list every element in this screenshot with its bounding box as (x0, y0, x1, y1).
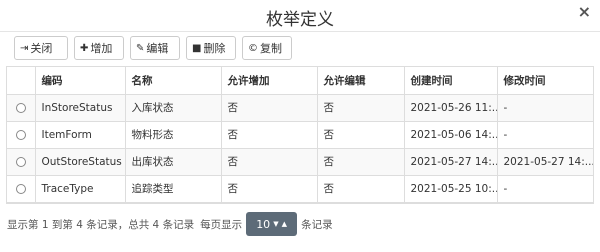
cell-name: 追踪类型 (125, 175, 222, 203)
cell-allow-add: 否 (221, 94, 318, 122)
row-radio[interactable] (15, 102, 26, 113)
cell-allow-edit: 否 (317, 121, 405, 149)
close-button-label: 关闭 (30, 42, 53, 55)
toolbar: ⇥ 关闭 ✚ 增加 ✎ 编辑 ■ 删除 © 复制 (14, 36, 292, 60)
edit-button[interactable]: ✎ 编辑 (130, 36, 180, 60)
add-button[interactable]: ✚ 增加 (74, 36, 124, 60)
cell-allow-add: 否 (221, 175, 318, 203)
delete-button[interactable]: ■ 删除 (186, 36, 236, 60)
copy-button-label: 复制 (260, 42, 282, 55)
delete-button-label: 删除 (203, 42, 226, 55)
per-page-suffix: 条记录 (301, 218, 333, 231)
close-icon[interactable]: × (578, 4, 591, 20)
cell-created-time: 2021-05-06 14:... (404, 121, 498, 149)
per-page-prefix: 每页显示 (200, 218, 243, 231)
cell-modified-time: - (497, 121, 593, 149)
close-button[interactable]: ⇥ 关闭 (14, 36, 68, 60)
column-header-created-time: 创建时间 (404, 67, 498, 95)
pagination-bar: 显示第 1 到第 4 条记录，总共 4 条记录 每页显示 10 ▼ ▲ 条记录 (7, 212, 333, 236)
cell-name: 出库状态 (125, 148, 222, 176)
row-radio[interactable] (15, 183, 26, 194)
cell-allow-add: 否 (221, 148, 318, 176)
pagination-summary: 显示第 1 到第 4 条记录，总共 4 条记录 (7, 218, 195, 231)
cell-code: ItemForm (35, 121, 126, 149)
edit-icon: ✎ (136, 42, 145, 54)
table-row[interactable]: OutStoreStatus 出库状态 否 否 2021-05-27 14:..… (7, 148, 593, 176)
sign-out-icon: ⇥ (20, 42, 29, 54)
enum-definition-dialog: 枚举定义 × ⇥ 关闭 ✚ 增加 ✎ 编辑 ■ 删除 © 复制 编码 名称 允许… (0, 0, 600, 252)
cell-name: 物料形态 (125, 121, 222, 149)
row-radio[interactable] (15, 129, 26, 140)
dialog-title: 枚举定义 (266, 10, 334, 30)
caret-up-icon: ▲ (281, 220, 287, 228)
caret-down-icon: ▼ (273, 220, 279, 228)
cell-code: OutStoreStatus (35, 148, 126, 176)
trash-icon: ■ (192, 42, 202, 54)
table-row[interactable]: TraceType 追踪类型 否 否 2021-05-25 10:... - (7, 175, 593, 203)
table-header-row: 编码 名称 允许增加 允许编辑 创建时间 修改时间 (7, 67, 593, 95)
page-size-value: 10 (256, 217, 271, 231)
cell-allow-edit: 否 (317, 94, 405, 122)
column-header-code: 编码 (35, 67, 126, 95)
column-header-name: 名称 (125, 67, 222, 95)
column-header-allow-add: 允许增加 (221, 67, 318, 95)
row-select-cell (7, 121, 36, 149)
add-button-label: 增加 (90, 42, 113, 55)
row-select-cell (7, 94, 36, 122)
cell-code: InStoreStatus (35, 94, 126, 122)
cell-allow-edit: 否 (317, 175, 405, 203)
plus-icon: ✚ (80, 42, 89, 54)
enum-table: 编码 名称 允许增加 允许编辑 创建时间 修改时间 InStoreStatus … (6, 66, 594, 204)
cell-created-time: 2021-05-26 11:... (404, 94, 498, 122)
select-column-header (7, 67, 36, 95)
page-size-dropdown[interactable]: 10 ▼ ▲ (246, 212, 298, 236)
cell-modified-time: - (497, 94, 593, 122)
cell-allow-edit: 否 (317, 148, 405, 176)
copyright-icon: © (248, 42, 258, 54)
row-radio[interactable] (15, 156, 26, 167)
copy-button[interactable]: © 复制 (242, 36, 292, 60)
cell-modified-time: - (497, 175, 593, 203)
cell-created-time: 2021-05-25 10:... (404, 175, 498, 203)
dialog-header: 枚举定义 × (0, 0, 600, 32)
row-select-cell (7, 175, 36, 203)
table-row[interactable]: ItemForm 物料形态 否 否 2021-05-06 14:... - (7, 121, 593, 149)
row-select-cell (7, 148, 36, 176)
column-header-allow-edit: 允许编辑 (317, 67, 405, 95)
cell-modified-time: 2021-05-27 14:... (497, 148, 593, 176)
edit-button-label: 编辑 (146, 42, 169, 55)
cell-name: 入库状态 (125, 94, 222, 122)
table-row[interactable]: InStoreStatus 入库状态 否 否 2021-05-26 11:...… (7, 94, 593, 122)
column-header-modified-time: 修改时间 (497, 67, 593, 95)
cell-code: TraceType (35, 175, 126, 203)
cell-allow-add: 否 (221, 121, 318, 149)
cell-created-time: 2021-05-27 14:... (404, 148, 498, 176)
